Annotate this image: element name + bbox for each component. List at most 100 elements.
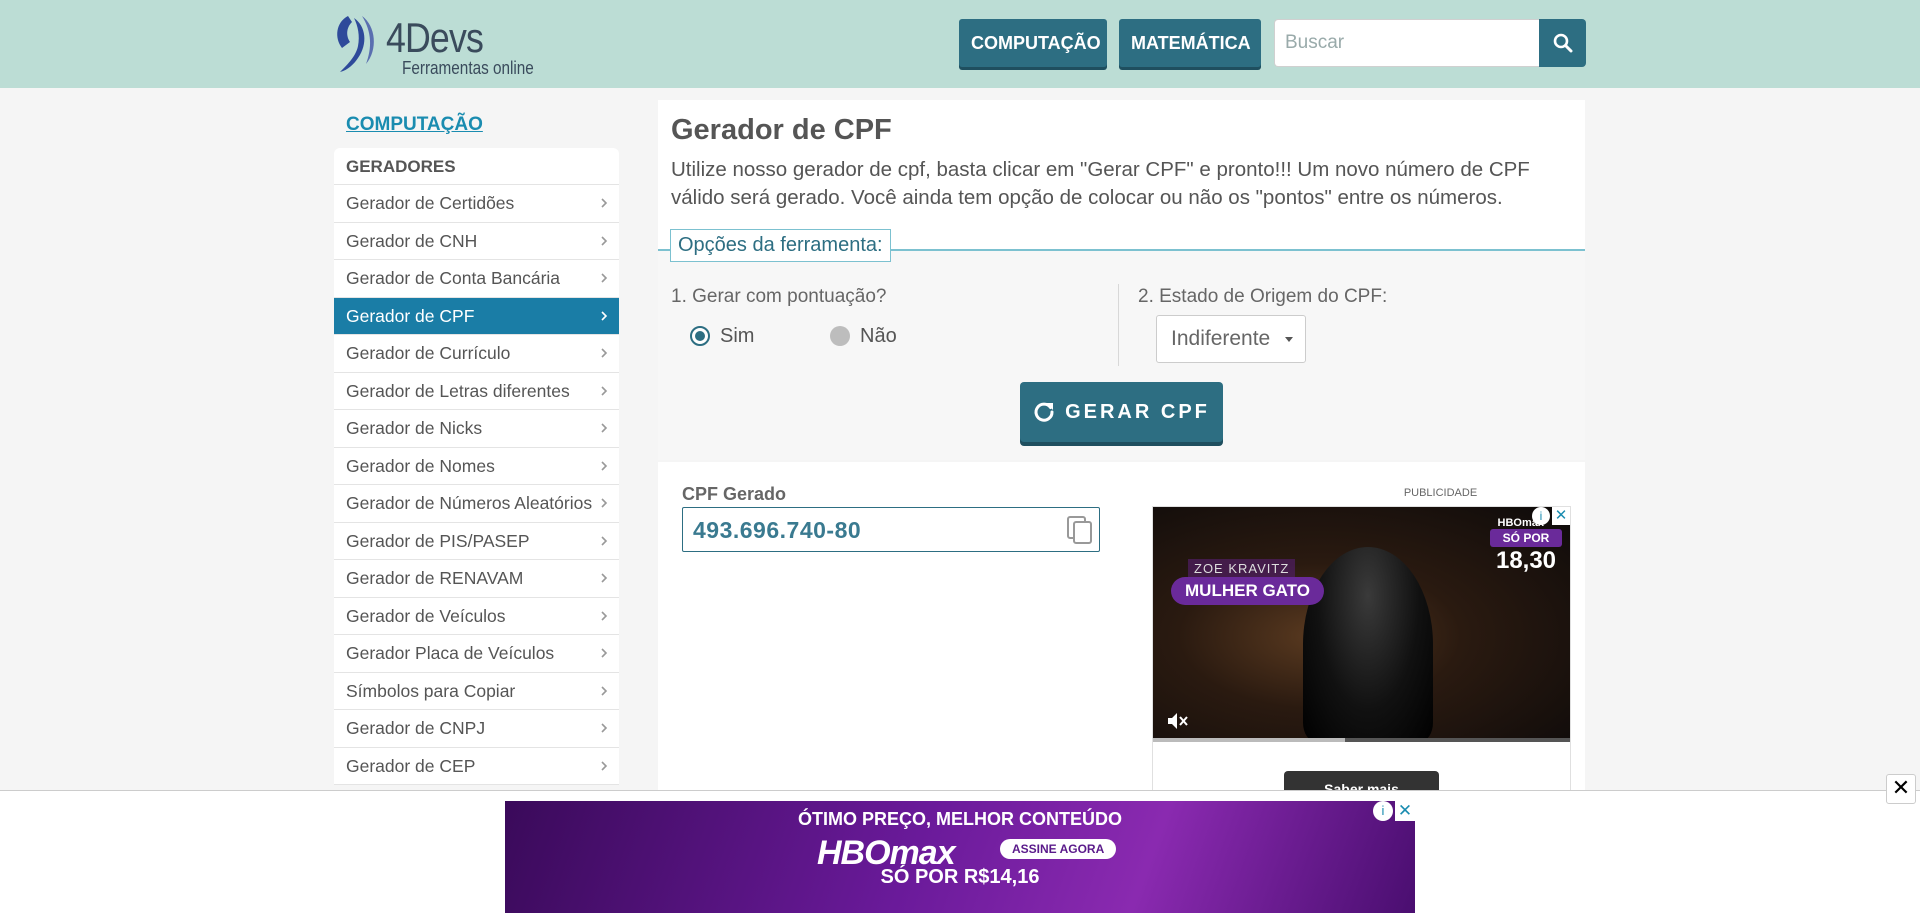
chevron-right-icon bbox=[601, 685, 608, 696]
generated-cpf-value[interactable]: 493.696.740-80 bbox=[693, 517, 861, 544]
chevron-right-icon bbox=[601, 310, 608, 321]
sidebar-item-label: Gerador de Veículos bbox=[346, 605, 506, 626]
chevron-right-icon bbox=[601, 460, 608, 471]
ad-progress-bar bbox=[1153, 738, 1570, 742]
sidebar-item[interactable]: Gerador de Conta Bancária bbox=[334, 260, 619, 298]
sidebar-section-title: GERADORES bbox=[334, 148, 619, 185]
logo-tagline: Ferramentas online bbox=[402, 58, 534, 78]
sidebar-item[interactable]: Gerador de Nicks bbox=[334, 410, 619, 448]
copy-icon[interactable] bbox=[1065, 514, 1095, 546]
state-select[interactable]: Indiferente bbox=[1156, 315, 1306, 363]
chevron-right-icon bbox=[601, 273, 608, 283]
banner-cta-button[interactable]: ASSINE AGORA bbox=[1000, 839, 1117, 859]
chevron-right-icon bbox=[601, 423, 608, 433]
sidebar-item-label: Gerador Placa de Veículos bbox=[346, 643, 555, 663]
ad-video[interactable]: ZOE KRAVITZ MULHER GATO HBOmax SÓ POR 18… bbox=[1153, 507, 1570, 742]
sidebar-item[interactable]: Gerador de CNPJ bbox=[334, 710, 619, 748]
tool-header: Gerador de CPF Utilize nosso gerador de … bbox=[658, 100, 1585, 250]
sidebar-item-label: Gerador de CNH bbox=[346, 230, 478, 251]
options-legend: Opções da ferramenta: bbox=[670, 229, 891, 262]
logo-name: 4Devs bbox=[386, 14, 484, 61]
search-input[interactable] bbox=[1274, 19, 1540, 67]
options-separator bbox=[1118, 284, 1119, 366]
sidebar-item[interactable]: Símbolos para Copiar bbox=[334, 673, 619, 710]
ad-close-icon[interactable]: ✕ bbox=[1552, 507, 1570, 525]
sidebar-item[interactable]: Gerador de Certidões bbox=[334, 185, 619, 223]
bottom-ad-bar: ✕ ÓTIMO PREÇO, MELHOR CONTEÚDO HBOmax AS… bbox=[0, 774, 1920, 913]
sidebar-item[interactable]: Gerador de Números Aleatórios bbox=[334, 485, 619, 523]
sidebar-item[interactable]: Gerador de Veículos bbox=[334, 598, 619, 635]
tool-panel: Gerador de CPF Utilize nosso gerador de … bbox=[658, 100, 1585, 460]
ad-actor-tag: ZOE KRAVITZ bbox=[1188, 559, 1296, 578]
chevron-right-icon bbox=[601, 723, 608, 733]
ad-info-icon[interactable]: i bbox=[1532, 507, 1550, 525]
ad-progress-fill bbox=[1153, 738, 1345, 742]
chevron-right-icon bbox=[601, 198, 608, 208]
sidebar-item[interactable]: Gerador de CPF bbox=[334, 297, 619, 335]
bottom-ad-close-icon[interactable]: ✕ bbox=[1886, 774, 1916, 804]
generate-button-label: GERAR CPF bbox=[1065, 400, 1210, 423]
muted-speaker-icon[interactable] bbox=[1165, 709, 1189, 733]
radio-unselected-icon bbox=[830, 326, 850, 346]
sidebar-item[interactable]: Gerador de Nomes bbox=[334, 448, 619, 485]
sidebar-item-label: Gerador de PIS/PASEP bbox=[346, 530, 530, 551]
ad-price-prefix: SÓ POR bbox=[1490, 529, 1562, 547]
sidebar-menu: GERADORES Gerador de Certidões Gerador de… bbox=[334, 148, 619, 785]
chevron-right-icon bbox=[601, 348, 608, 358]
search-icon bbox=[1553, 33, 1572, 53]
ad-title-tag: MULHER GATO bbox=[1171, 577, 1324, 605]
chevron-right-icon bbox=[601, 610, 608, 621]
ad-price: SÓ POR 18,30 bbox=[1490, 529, 1562, 589]
sidebar-item[interactable]: Gerador de Currículo bbox=[334, 335, 619, 373]
nav-matematica-button[interactable]: MATEMÁTICA bbox=[1119, 19, 1261, 67]
sidebar-item[interactable]: Gerador de RENAVAM bbox=[334, 560, 619, 598]
sidebar-item-label: Gerador de Números Aleatórios bbox=[346, 493, 593, 513]
chevron-right-icon bbox=[601, 235, 608, 246]
radio-label: Sim bbox=[720, 324, 755, 347]
chevron-right-icon bbox=[601, 760, 608, 771]
nav-computacao-button[interactable]: COMPUTAÇÃO bbox=[959, 19, 1107, 67]
sidebar-item-label: Símbolos para Copiar bbox=[346, 680, 516, 701]
sidebar-item[interactable]: Gerador de PIS/PASEP bbox=[334, 523, 619, 560]
chevron-right-icon bbox=[601, 573, 608, 583]
state-select-value: Indiferente bbox=[1171, 327, 1271, 350]
sidebar-item-label: Gerador de Letras diferentes bbox=[346, 380, 570, 401]
sidebar-item-label: Gerador de CNPJ bbox=[346, 718, 486, 738]
banner-headline: ÓTIMO PREÇO, MELHOR CONTEÚDO bbox=[798, 809, 1122, 829]
sidebar-item-label: Gerador de Certidões bbox=[346, 193, 515, 213]
logo-mark-icon bbox=[337, 16, 374, 72]
caret-down-icon bbox=[1285, 337, 1293, 342]
sidebar-item[interactable]: Gerador de CEP bbox=[334, 748, 619, 785]
sidebar-category-link[interactable]: COMPUTAÇÃO bbox=[346, 114, 483, 136]
banner-info-icon[interactable]: i bbox=[1373, 801, 1393, 821]
radio-label: Não bbox=[860, 324, 897, 347]
result-label: CPF Gerado bbox=[682, 484, 787, 504]
page-description: Utilize nosso gerador de cpf, basta clic… bbox=[671, 158, 1530, 209]
sidebar-item-label: Gerador de Conta Bancária bbox=[346, 268, 561, 288]
radio-selected-icon bbox=[690, 326, 710, 346]
sidebar-item[interactable]: Gerador de CNH bbox=[334, 223, 619, 260]
sidebar-item[interactable]: Gerador de Letras diferentes bbox=[334, 373, 619, 410]
sidebar-item[interactable]: Gerador Placa de Veículos bbox=[334, 635, 619, 673]
punctuation-yes-radio[interactable]: Sim bbox=[690, 324, 754, 348]
chevron-right-icon bbox=[601, 648, 608, 658]
ad-video-figure bbox=[1303, 547, 1433, 742]
site-logo[interactable]: 4Devs Ferramentas online bbox=[332, 12, 552, 78]
chevron-right-icon bbox=[601, 535, 608, 546]
bottom-ad-banner[interactable]: ÓTIMO PREÇO, MELHOR CONTEÚDO HBOmax ASSI… bbox=[505, 801, 1415, 913]
banner-close-icon[interactable]: ✕ bbox=[1395, 801, 1415, 821]
punctuation-no-radio[interactable]: Não bbox=[830, 324, 897, 348]
sidebar-item-label: Gerador de Currículo bbox=[346, 343, 511, 363]
result-field[interactable]: 493.696.740-80 bbox=[682, 507, 1100, 552]
search-button[interactable] bbox=[1539, 19, 1586, 67]
banner-price: SÓ POR R$14,16 bbox=[880, 866, 1040, 888]
sidebar-item-label: Gerador de CEP bbox=[346, 755, 476, 776]
ad-price-value: 18,30 bbox=[1495, 547, 1557, 574]
page-title: Gerador de CPF bbox=[671, 114, 892, 146]
generate-cpf-button[interactable]: GERAR CPF bbox=[1020, 382, 1223, 442]
sidebar-item-label: Gerador de RENAVAM bbox=[346, 568, 524, 588]
state-option-label: 2. Estado de Origem do CPF: bbox=[1138, 286, 1388, 307]
refresh-icon bbox=[1034, 402, 1054, 422]
chevron-right-icon bbox=[601, 385, 608, 396]
sidebar-item-label: Gerador de CPF bbox=[346, 305, 475, 326]
